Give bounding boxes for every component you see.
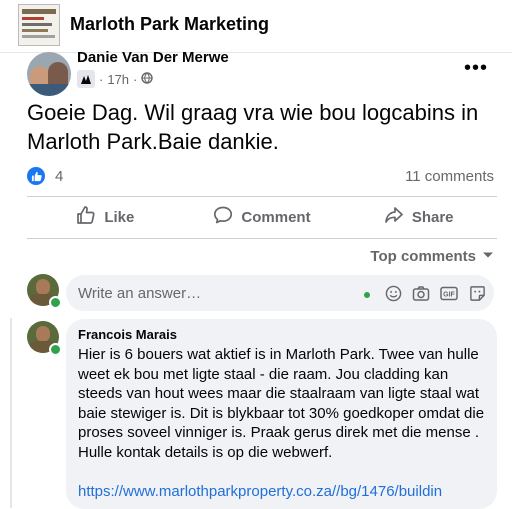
comment-link[interactable]: https://www.marlothparkproperty.co.za//b… bbox=[78, 483, 488, 500]
answer-placeholder: Write an answer… bbox=[78, 285, 202, 302]
online-status-dot bbox=[49, 343, 62, 356]
like-reaction-icon bbox=[27, 167, 45, 185]
like-label: Like bbox=[104, 208, 135, 226]
reaction-count: 4 bbox=[55, 167, 64, 185]
svg-text:GIF: GIF bbox=[443, 291, 455, 298]
more-options-button[interactable]: ••• bbox=[462, 56, 490, 79]
camera-icon[interactable] bbox=[412, 284, 430, 302]
post-actions: Like Comment Share bbox=[27, 200, 497, 234]
comment-author-name[interactable]: Francois Marais bbox=[78, 327, 177, 342]
author-name[interactable]: Danie Van Der Merwe bbox=[77, 49, 229, 66]
like-icon bbox=[76, 205, 96, 229]
thread-line bbox=[10, 318, 12, 508]
author-avatar[interactable] bbox=[27, 52, 71, 96]
like-button[interactable]: Like bbox=[27, 200, 184, 234]
answer-input[interactable]: Write an answer… GIF bbox=[66, 275, 494, 311]
comment-text: Hier is 6 bouers wat aktief is in Marlot… bbox=[78, 346, 485, 461]
emoji-icon[interactable] bbox=[384, 284, 402, 302]
sort-label: Top comments bbox=[370, 247, 476, 265]
sticker-icon[interactable] bbox=[468, 284, 486, 302]
post-meta: · 17h · bbox=[77, 70, 154, 88]
post-text: Goeie Dag. Wil graag vra wie bou logcabi… bbox=[27, 100, 479, 154]
globe-icon bbox=[141, 71, 154, 87]
gif-icon[interactable]: GIF bbox=[440, 284, 458, 302]
reactions-summary[interactable]: 4 bbox=[27, 166, 63, 186]
comment-bubble: Francois Marais Hier is 6 bouers wat akt… bbox=[66, 319, 497, 509]
post-time[interactable]: 17h bbox=[107, 72, 129, 87]
comment-icon bbox=[213, 205, 233, 229]
presence-dot bbox=[364, 292, 370, 298]
actions-divider-top bbox=[27, 196, 497, 197]
comment-sort-dropdown[interactable]: Top comments bbox=[370, 246, 494, 266]
comments-count[interactable]: 11 comments bbox=[405, 168, 494, 185]
actions-divider-bottom bbox=[27, 238, 497, 239]
comment-label: Comment bbox=[241, 208, 311, 226]
comment-button[interactable]: Comment bbox=[184, 200, 341, 234]
group-title[interactable]: Marloth Park Marketing bbox=[70, 14, 269, 35]
member-badge-icon[interactable] bbox=[77, 70, 95, 88]
online-status-dot bbox=[49, 296, 62, 309]
more-icon: ••• bbox=[463, 56, 488, 79]
share-icon bbox=[384, 205, 404, 229]
group-logo[interactable] bbox=[18, 4, 60, 46]
caret-down-icon bbox=[482, 248, 494, 265]
share-label: Share bbox=[411, 208, 454, 226]
share-button[interactable]: Share bbox=[340, 200, 497, 234]
group-header: Marloth Park Marketing bbox=[0, 0, 512, 50]
